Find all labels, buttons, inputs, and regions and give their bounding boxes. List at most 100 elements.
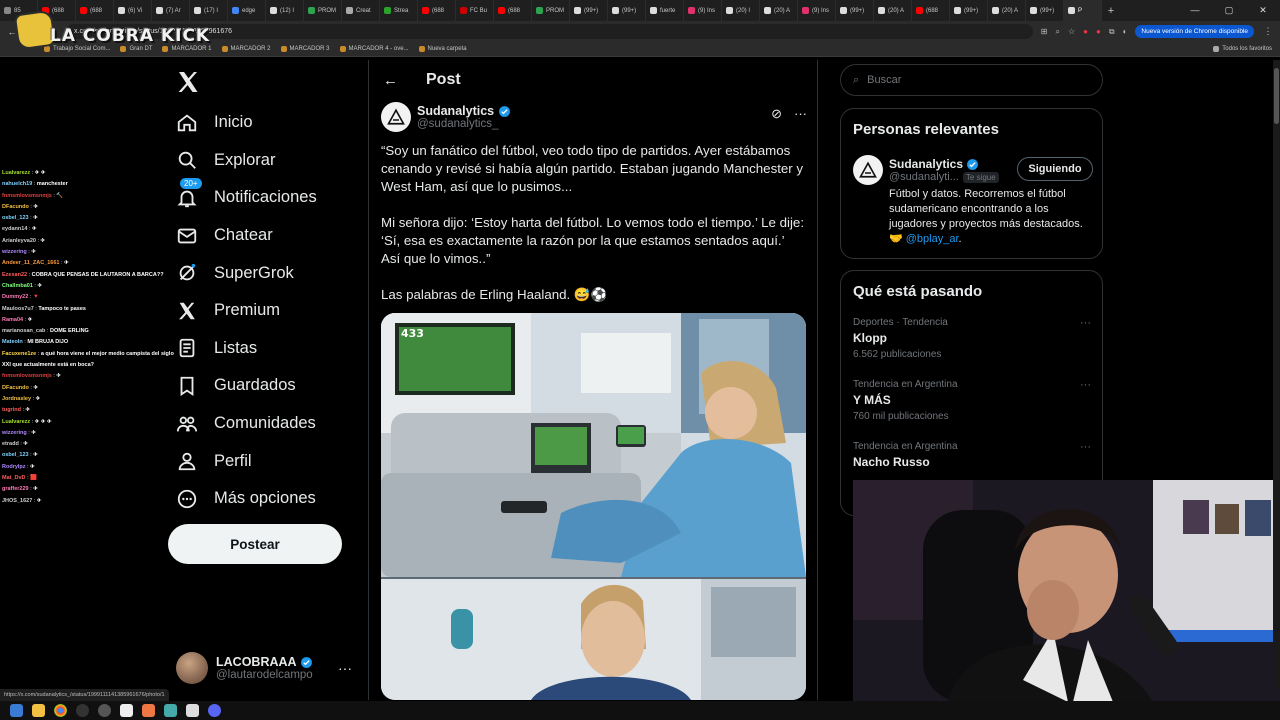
browser-tab[interactable]: (12) I — [266, 0, 304, 21]
bookmark-item[interactable]: MARCADOR 2 — [221, 46, 271, 52]
chat-username[interactable]: Arianleyva20 — [2, 238, 36, 244]
bookmark-item[interactable]: MARCADOR 4 - ove... — [339, 46, 409, 52]
chat-username[interactable]: Rama04 — [2, 317, 23, 323]
sidebar-item-inicio[interactable]: Inicio — [168, 104, 358, 142]
chat-username[interactable]: Challmba01 — [2, 283, 33, 289]
chat-username[interactable]: Jordnasley — [2, 396, 31, 402]
sidebar-item-perfil[interactable]: Perfil — [168, 442, 358, 480]
maximize-button[interactable]: ▢ — [1212, 5, 1246, 16]
sidebar-item-chatear[interactable]: Chatear — [168, 217, 358, 255]
browser-tab[interactable]: (9) Ins — [684, 0, 722, 21]
browser-tab[interactable]: (99+) — [1026, 0, 1064, 21]
chat-username[interactable]: Lualvarezz — [2, 419, 30, 425]
puzzle-icon[interactable]: ⧉ — [1109, 27, 1115, 37]
close-window-button[interactable]: ✕ — [1246, 5, 1280, 16]
chat-username[interactable]: etradd — [2, 441, 19, 447]
author-avatar[interactable] — [381, 102, 411, 132]
chat-username[interactable]: MateoIn — [2, 339, 23, 345]
browser-tab[interactable]: P — [1064, 0, 1102, 21]
post-image-1[interactable]: 433 — [381, 313, 806, 577]
author-name-row[interactable]: Sudanalytics — [417, 104, 511, 118]
browser-tab[interactable]: (688 — [418, 0, 456, 21]
chat-username[interactable]: marianosan_cab — [2, 328, 45, 334]
more-dots-icon[interactable]: ··· — [1080, 379, 1091, 391]
sidebar-item-más-opciones[interactable]: Más opciones — [168, 480, 358, 518]
chat-username[interactable]: Ezexan22 — [2, 272, 27, 278]
bio-link[interactable]: @bplay_ar — [906, 233, 959, 245]
trend-item[interactable]: Tendencia en Argentina Y MÁS 760 mil publi… — [853, 379, 1091, 422]
browser-tab[interactable]: Strea — [380, 0, 418, 21]
chat-username[interactable]: osbel_123 — [2, 215, 29, 221]
grok-icon[interactable]: ⊘ — [771, 106, 782, 122]
sidebar-item-explorar[interactable]: Explorar — [168, 142, 358, 180]
url-field[interactable]: x.com/sudanalytics_/status/1999111141385… — [66, 24, 1033, 39]
browser-tab[interactable]: edge — [228, 0, 266, 21]
chat-username[interactable]: Mauloos7u7 — [2, 306, 34, 312]
browser-tab[interactable]: (6) Vi — [114, 0, 152, 21]
browser-tab[interactable]: (20) A — [874, 0, 912, 21]
back-arrow-icon[interactable]: ← — [383, 72, 398, 89]
chat-username[interactable]: Lualvarezz — [2, 170, 30, 176]
more-dots-icon[interactable]: ··· — [1080, 317, 1091, 329]
install-icon[interactable]: ⊞ — [1041, 27, 1048, 36]
scrollbar-thumb[interactable] — [1274, 68, 1279, 124]
following-button[interactable]: Siguiendo — [1017, 157, 1093, 181]
account-switcher[interactable]: LACOBRAAA @lautarodelcampo ··· — [176, 648, 356, 688]
browser-tab[interactable]: Creat — [342, 0, 380, 21]
more-options-icon[interactable]: ··· — [794, 106, 807, 122]
browser-tab[interactable]: (7) Ar — [152, 0, 190, 21]
chat-username[interactable]: JHOS_1627 — [2, 498, 32, 504]
bookmark-item[interactable]: Gran DT — [120, 46, 152, 52]
chat-username[interactable]: fnmsmlovsmsnmjs — [2, 373, 52, 379]
x-logo-icon[interactable] — [176, 70, 200, 94]
chat-username[interactable]: wizzering — [2, 430, 27, 436]
search-input[interactable]: ⌕ Buscar — [840, 64, 1103, 96]
bookmark-item[interactable]: MARCADOR 1 — [162, 46, 212, 52]
chat-username[interactable]: graffer229 — [2, 486, 29, 492]
chat-username[interactable]: wizzering — [2, 249, 27, 255]
browser-tab[interactable]: FC Bu — [456, 0, 494, 21]
relevant-person[interactable]: Sudanalytics @sudanalyti... Te sigue Sig… — [853, 155, 1093, 247]
browser-tab[interactable]: (20) A — [988, 0, 1026, 21]
chat-username[interactable]: DFacundo — [2, 385, 29, 391]
sidebar-item-comunidades[interactable]: Comunidades — [168, 405, 358, 443]
app-icon[interactable] — [98, 704, 111, 717]
all-bookmarks-link[interactable]: Todos los favoritos — [1213, 46, 1272, 52]
bookmark-item[interactable]: MARCADOR 3 — [280, 46, 330, 52]
chat-username[interactable]: fnmsmlovsmsnmjs — [2, 193, 52, 199]
chat-username[interactable]: osbel_123 — [2, 452, 29, 458]
post-media[interactable]: 433 — [381, 313, 806, 700]
start-icon[interactable] — [10, 704, 23, 717]
sidebar-item-supergrok[interactable]: SuperGrok — [168, 254, 358, 292]
new-tab-button[interactable]: + — [1102, 5, 1120, 17]
author-handle[interactable]: @sudanalytics_ — [417, 118, 511, 130]
sidebar-item-notificaciones[interactable]: 20+ Notificaciones — [168, 177, 358, 217]
browser-tab[interactable]: PROM — [304, 0, 342, 21]
browser-tab[interactable]: (99+) — [836, 0, 874, 21]
chat-username[interactable]: eydann14 — [2, 226, 27, 232]
browser-tab[interactable]: (9) Ins — [798, 0, 836, 21]
browser-tab[interactable]: PROM — [532, 0, 570, 21]
app-icon[interactable] — [186, 704, 199, 717]
more-dots-icon[interactable]: ··· — [1080, 441, 1091, 453]
browser-tab[interactable]: (688 — [76, 0, 114, 21]
sidebar-item-guardados[interactable]: Guardados — [168, 367, 358, 405]
post-image-2[interactable] — [381, 579, 806, 700]
chat-username[interactable]: tugrind — [2, 407, 21, 413]
app-icon[interactable] — [120, 704, 133, 717]
chat-username[interactable]: nahuelch19 — [2, 181, 32, 187]
chat-username[interactable]: Andeer_11_ZAC_1661 — [2, 260, 59, 266]
page-scrollbar[interactable] — [1273, 60, 1280, 690]
profile-icon[interactable]: ◐ — [1123, 27, 1128, 36]
trend-item[interactable]: Tendencia en Argentina Nacho Russo ··· — [853, 441, 1091, 469]
bookmark-item[interactable]: Nueva carpeta — [418, 46, 467, 52]
app-icon[interactable] — [142, 704, 155, 717]
chat-username[interactable]: Mat_DvD — [2, 475, 26, 481]
trend-item[interactable]: Deportes · Tendencia Klopp 6.562 publicaci… — [853, 317, 1091, 360]
chrome-update-chip[interactable]: Nueva versión de Chrome disponible — [1135, 25, 1254, 38]
more-dots-icon[interactable]: ··· — [338, 660, 352, 676]
extension-icon[interactable]: ● — [1083, 27, 1088, 36]
chrome-icon[interactable] — [54, 704, 67, 717]
browser-tab[interactable]: fuerte — [646, 0, 684, 21]
zoom-icon[interactable]: ⌕ — [1056, 27, 1060, 37]
